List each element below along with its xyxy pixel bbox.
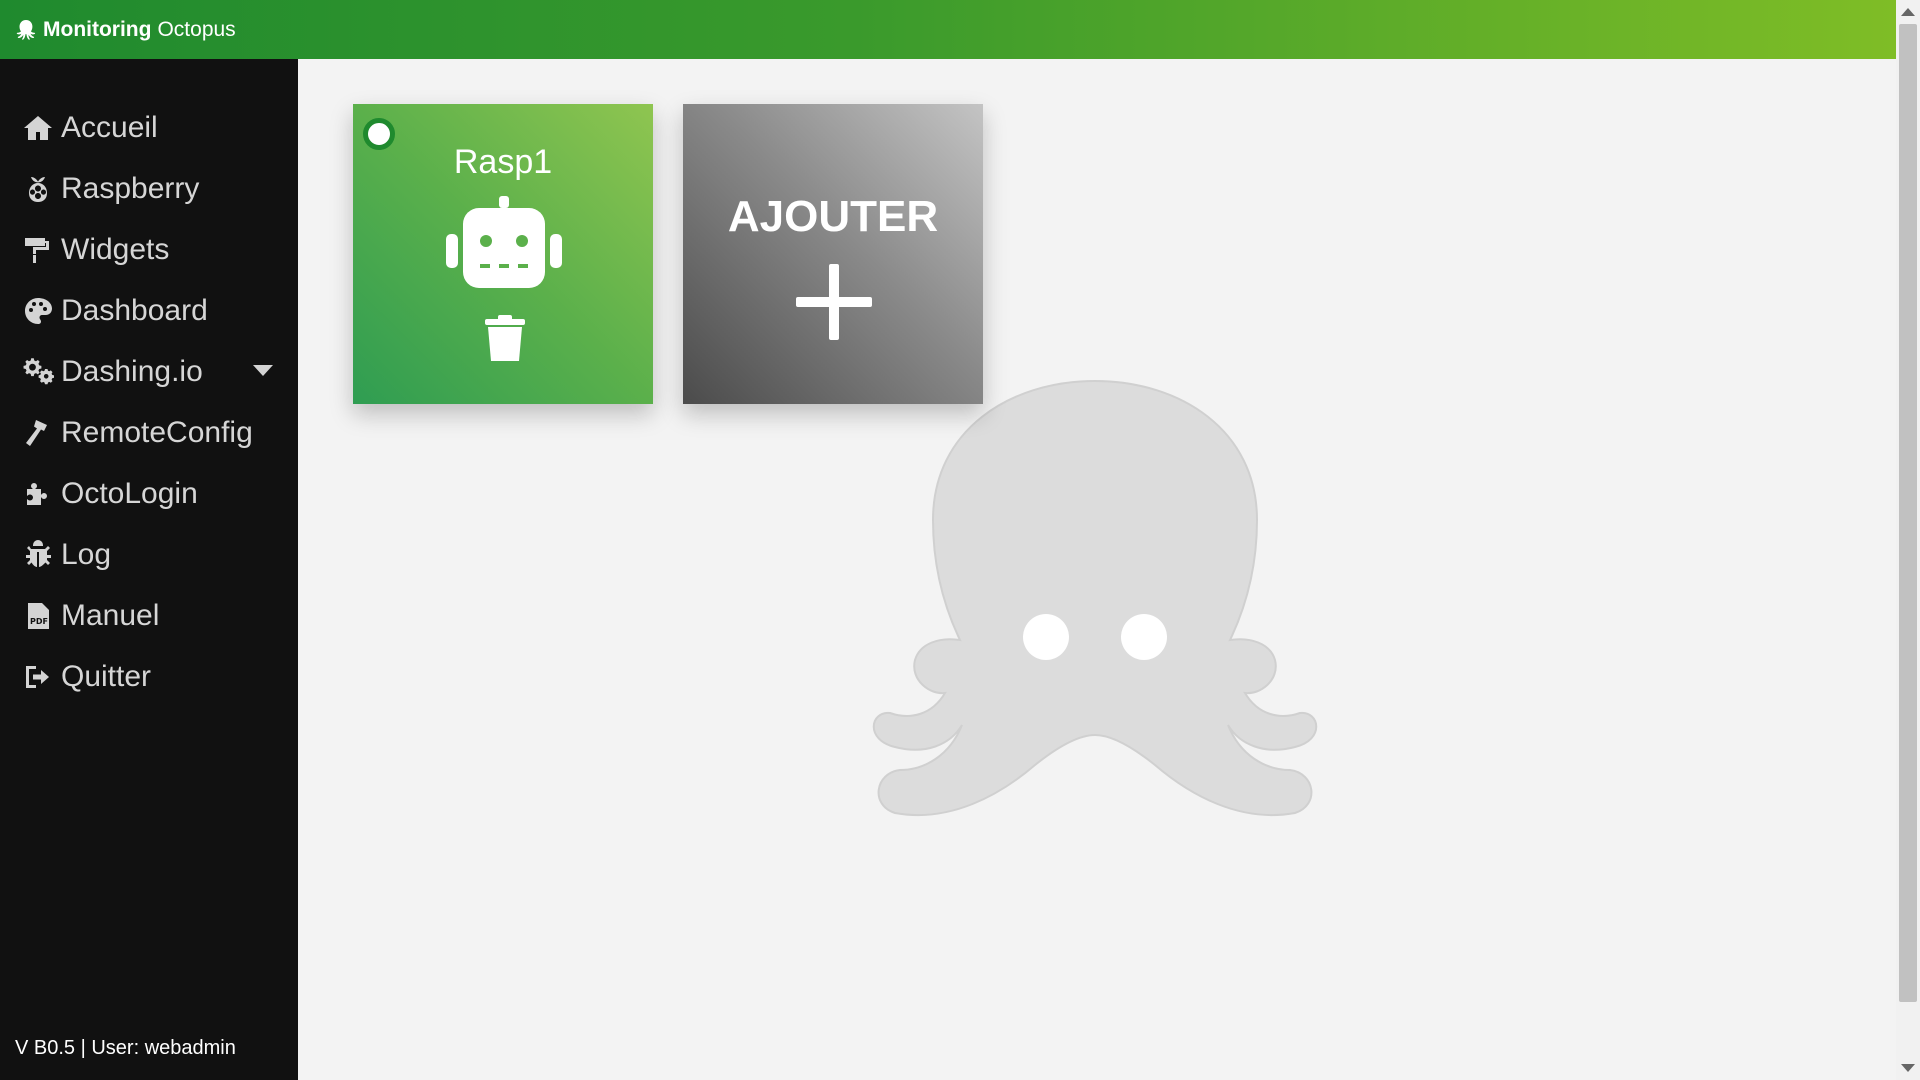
puzzle-icon <box>21 477 55 511</box>
scroll-down-icon[interactable] <box>1901 1064 1915 1072</box>
scrollbar[interactable] <box>1896 0 1920 1080</box>
device-name: Rasp1 <box>453 143 553 181</box>
sidebar-item-remoteconfig[interactable]: RemoteConfig <box>0 402 298 463</box>
home-icon <box>21 111 55 145</box>
sidebar-item-quitter[interactable]: Quitter <box>0 646 298 707</box>
scroll-up-icon[interactable] <box>1901 8 1915 16</box>
brand-title-bold: Monitoring <box>43 17 152 41</box>
sidebar-item-label: Log <box>61 537 112 571</box>
sidebar-item-label: Manuel <box>61 598 160 632</box>
svg-text:PDF: PDF <box>30 617 48 626</box>
sidebar-item-label: Dashing.io <box>61 354 203 388</box>
brand[interactable]: Monitoring Octopus <box>14 18 236 42</box>
sidebar-item-widgets[interactable]: Widgets <box>0 219 298 280</box>
sidebar-item-accueil[interactable]: Accueil <box>0 97 298 158</box>
sidebar-item-log[interactable]: Log <box>0 524 298 585</box>
raspberry-icon <box>21 172 55 206</box>
palette-icon <box>21 294 55 328</box>
main-content: Rasp1 AJOUTER <box>298 59 1896 1080</box>
sidebar-item-manuel[interactable]: PDF Manuel <box>0 585 298 646</box>
brand-title-light: Octopus <box>157 17 236 41</box>
sidebar-item-label: RemoteConfig <box>61 415 253 449</box>
paint-roller-icon <box>21 233 55 267</box>
sidebar-item-label: OctoLogin <box>61 476 198 510</box>
scrollbar-thumb[interactable] <box>1899 24 1917 1002</box>
sidebar-item-label: Dashboard <box>61 293 208 327</box>
sidebar-item-label: Raspberry <box>61 171 200 205</box>
plus-icon <box>796 264 872 340</box>
device-card[interactable]: Rasp1 <box>353 104 653 404</box>
sidebar-item-octologin[interactable]: OctoLogin <box>0 463 298 524</box>
sidebar-item-raspberry[interactable]: Raspberry <box>0 158 298 219</box>
octopus-icon <box>16 19 36 40</box>
add-label: AJOUTER <box>727 192 939 241</box>
top-bar: Monitoring Octopus <box>0 0 1896 59</box>
add-device-button[interactable]: AJOUTER <box>683 104 983 404</box>
chevron-down-icon[interactable] <box>253 365 273 376</box>
cogs-icon <box>21 355 55 389</box>
sidebar-item-label: Accueil <box>61 110 158 144</box>
sidebar: Accueil Raspberry Widgets Dashboard Dash… <box>0 59 298 1080</box>
version-user-footer: V B0.5 | User: webadmin <box>15 1037 236 1059</box>
file-pdf-icon: PDF <box>21 599 55 633</box>
octopus-logo <box>872 379 1318 817</box>
sign-out-icon <box>21 660 55 694</box>
trash-icon[interactable] <box>485 315 525 361</box>
robot-icon <box>446 196 562 288</box>
hammer-icon <box>21 416 55 450</box>
bug-icon <box>21 538 55 572</box>
sidebar-nav: Accueil Raspberry Widgets Dashboard Dash… <box>0 59 298 707</box>
sidebar-item-label: Quitter <box>61 659 152 693</box>
sidebar-item-label: Widgets <box>61 232 170 266</box>
sidebar-item-dashboard[interactable]: Dashboard <box>0 280 298 341</box>
sidebar-item-dashing-io[interactable]: Dashing.io <box>0 341 298 402</box>
